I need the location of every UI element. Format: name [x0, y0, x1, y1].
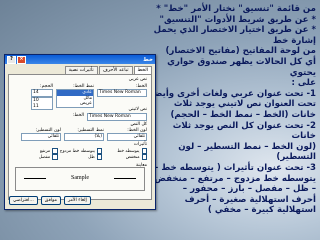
slide-text-line: 2- تحت عنوان كل النص يوجد ثلاث خانات	[172, 120, 316, 142]
default-button[interactable]: افتراضي...	[9, 196, 38, 205]
checkbox-icon[interactable]	[141, 154, 147, 160]
effect-label: مفصل	[38, 154, 51, 160]
slide-text-line: – ظل – مفصل – بارز – محفور –	[182, 184, 316, 195]
tab-text-effects[interactable]: تأثيرات نصية	[64, 66, 98, 74]
cancel-button[interactable]: إلغاء الأمر	[63, 196, 91, 205]
dialog-titlebar: خط ? ×	[5, 55, 155, 64]
checkbox-icon[interactable]	[52, 154, 58, 160]
close-icon[interactable]: ×	[17, 55, 26, 64]
checkbox-icon[interactable]	[52, 148, 58, 154]
effect-label: يتوسطه خط	[117, 148, 140, 154]
preview-frame: Sample	[15, 167, 145, 191]
help-icon[interactable]: ?	[7, 55, 16, 64]
font-size-option[interactable]: 11	[32, 104, 52, 110]
font-size-field[interactable]: 14	[31, 89, 53, 97]
effect-label: يتوسطه خط مزدوج	[59, 148, 95, 154]
checkbox-icon[interactable]	[141, 148, 147, 154]
effect-checkbox[interactable]: مفصل	[13, 154, 58, 160]
slide-text-line: أي كل الحالات يظهر صندوق حواري يحتوي	[167, 56, 316, 78]
slide-text-line: يتوسطه خط مزدوج – مرتفع – منخفض	[154, 173, 316, 184]
tab-font[interactable]: الخط	[133, 66, 152, 74]
font-style-list[interactable]: عادي مائل عريض	[56, 89, 94, 108]
font-dialog: خط ? × الخط تباعد الأحرف تأثيرات نصية نص…	[4, 54, 156, 210]
slide-text-block: من قائمة "تنسيق" نختار الأمر "خط" * * عن …	[150, 4, 316, 216]
slide-text-line: تحت العنوان نص لاتيني يوجد ثلاث	[173, 99, 316, 110]
slide-text-line: 1- تحت عنوان عربي ولغات أخرى وأيضاً	[150, 88, 316, 99]
latin-font-field[interactable]: Times New Roman	[87, 113, 147, 121]
effect-checkbox[interactable]: منخفض	[102, 154, 147, 160]
font-style-option[interactable]: عريض	[57, 101, 93, 107]
effect-label: منخفض	[125, 154, 140, 160]
checkbox-icon[interactable]	[96, 148, 103, 154]
slide-text-line: * عن طريق اختيار الاختصار الذي يحمل إشار…	[153, 25, 316, 46]
latin-font-label: الخط:	[72, 113, 84, 118]
effect-label: ظل	[88, 154, 95, 160]
effects-section-title: تأثيرات	[133, 142, 147, 147]
ok-button[interactable]: موافق	[40, 196, 61, 205]
font-color-field[interactable]: تلقائي	[107, 133, 147, 141]
latin-text-section-title: نص لاتيني	[128, 107, 147, 112]
slide-text-line: (لون الخط – نمط التسطير – لون	[178, 141, 316, 152]
effects-group: يتوسطه خط يتوسطه خط مزدوج مرتفع منخفض ظل مفصل	[13, 148, 147, 160]
slide-text-line: 3- تحت عنوان تأثيرات ( يتوسطه خط –	[154, 162, 316, 173]
underline-style-field[interactable]: (بلا)	[64, 133, 104, 141]
dialog-tabs: الخط تباعد الأحرف تأثيرات نصية	[5, 64, 155, 74]
dialog-title: خط	[143, 56, 153, 63]
slide-text-line: * عن طريق شريط الأدوات "التنسيق"	[159, 14, 316, 25]
slide-text-line: استهلالية كبيرة – مخفي )	[207, 205, 316, 216]
underline-color-field[interactable]: تلقائي	[21, 133, 61, 141]
checkbox-icon[interactable]	[96, 154, 103, 160]
slide-text-line: من قائمة "تنسيق" نختار الأمر "خط" *	[156, 4, 316, 14]
effect-label: مرتفع	[39, 148, 51, 154]
slide-text-line: أحرف استهلالية صغيرة – أحرف	[184, 194, 316, 205]
slide-text-line: التسطير)	[276, 152, 316, 163]
effect-checkbox[interactable]: ظل	[58, 154, 103, 160]
tab-character-spacing[interactable]: تباعد الأحرف	[98, 66, 133, 74]
slide-text-line: خانات (الخط – نمط الخط – الحجم)	[170, 109, 316, 120]
arabic-text-section-title: نص عربي	[128, 77, 147, 82]
all-text-section-title: كل النص	[130, 122, 147, 127]
font-size-list[interactable]: 10 11	[31, 97, 53, 110]
slide-text-line: على :	[291, 78, 316, 89]
slide-background: من قائمة "تنسيق" نختار الأمر "خط" * * عن …	[0, 0, 320, 240]
dialog-button-row: افتراضي... موافق إلغاء الأمر	[9, 196, 91, 205]
font-tab-panel: نص عربي الخط: Times New Roman نمط الخط: …	[8, 74, 152, 200]
preview-line-right	[114, 178, 136, 179]
arabic-font-field[interactable]: Times New Roman	[97, 89, 147, 97]
slide-text-line: من لوحة المفاتيح (مفاتيح الاختصار)	[165, 46, 316, 57]
